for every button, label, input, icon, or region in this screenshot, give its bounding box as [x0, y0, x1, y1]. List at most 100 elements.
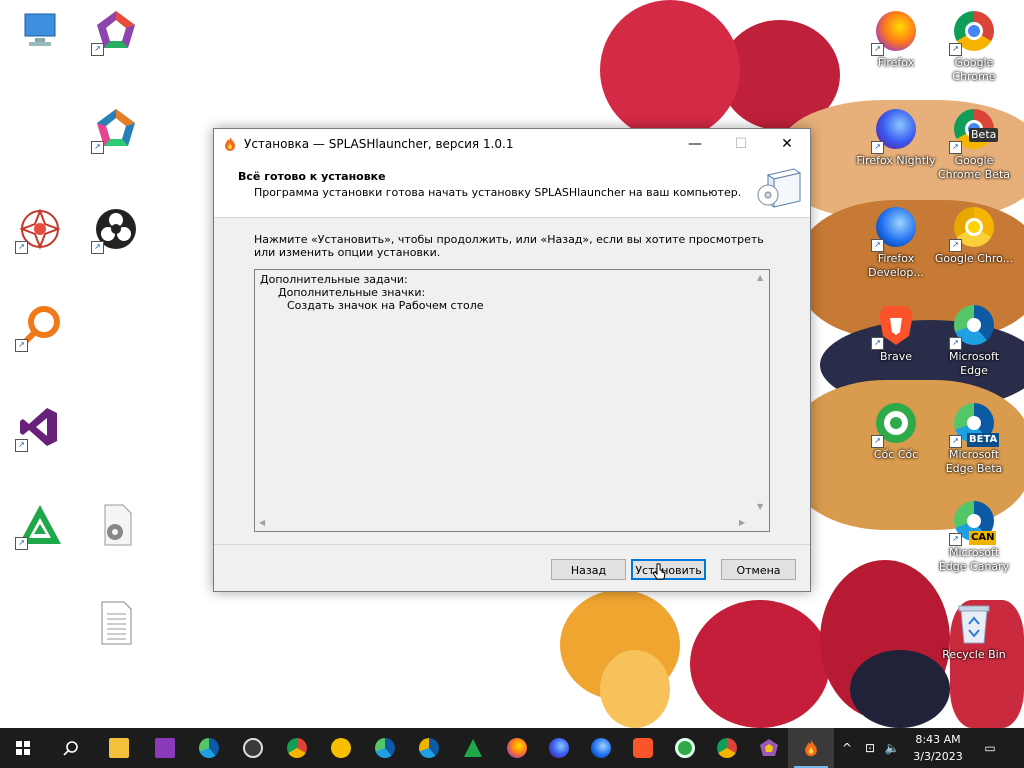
taskbar-clock[interactable]: 8:43 AM 3/3/2023	[905, 731, 971, 765]
beta-badge: BETA	[967, 433, 1000, 447]
taskbar-firefox-nightly[interactable]	[536, 728, 582, 768]
scroll-down-icon[interactable]: ▼	[757, 502, 763, 511]
clock-time: 8:43 AM	[915, 733, 961, 746]
desktop-icon-text-file[interactable]	[76, 600, 156, 648]
firefox-developer-icon	[591, 738, 611, 758]
chrome-canary-icon: ↗	[949, 204, 997, 252]
page-title: Всё готово к установке	[238, 170, 386, 183]
desktop-icon-chrome-beta[interactable]: Beta ↗ Google Chrome Beta	[934, 106, 1014, 182]
memo-line: Создать значок на Рабочем столе	[287, 299, 484, 312]
taskbar-obs[interactable]	[230, 728, 276, 768]
triangle-app-icon	[464, 739, 482, 757]
pentagon-app-icon: ↗	[91, 106, 139, 154]
desktop-icon-label: Microsoft Edge	[948, 350, 1000, 377]
memo-line: Дополнительные задачи:	[260, 273, 408, 286]
notifications-icon[interactable]: ▭	[978, 728, 1002, 768]
taskbar-chrome[interactable]	[704, 728, 750, 768]
taskbar-edge-canary[interactable]	[406, 728, 452, 768]
shortcut-arrow-icon: ↗	[871, 141, 884, 154]
desktop-icon-search-app[interactable]: ↗	[0, 304, 80, 352]
setup-box-icon	[754, 163, 804, 213]
shortcut-arrow-icon: ↗	[949, 337, 962, 350]
desktop-icon-firefox[interactable]: ↗ Firefox	[856, 8, 936, 70]
desktop-icon-edge-beta[interactable]: BETA ↗ Microsoft Edge Beta	[934, 400, 1014, 476]
horizontal-scrollbar[interactable]: ◀ ▶	[255, 515, 753, 531]
taskbar-pentagon-app[interactable]	[746, 728, 792, 768]
desktop-icon-green-triangle[interactable]: ↗	[0, 502, 80, 550]
taskbar-firefox-developer[interactable]	[578, 728, 624, 768]
folder-icon	[109, 738, 129, 758]
taskbar-search-button[interactable]	[48, 728, 94, 768]
memo-line: Дополнительные значки:	[278, 286, 426, 299]
taskbar-chrome-canary[interactable]	[318, 728, 364, 768]
volume-icon[interactable]: 🔈	[882, 728, 902, 768]
text-file-icon	[93, 600, 139, 646]
desktop-icon-edge[interactable]: ↗ Microsoft Edge	[934, 302, 1014, 378]
desktop-icon-coccoc[interactable]: ↗ Cốc Cốc	[856, 400, 936, 462]
firefox-nightly-icon: ↗	[871, 106, 919, 154]
taskbar-installer-active[interactable]	[788, 728, 834, 768]
desktop-icon-chrome[interactable]: ↗ Google Chrome	[934, 8, 1014, 84]
shortcut-arrow-icon: ↗	[949, 435, 962, 448]
taskbar-firefox[interactable]	[494, 728, 540, 768]
chrome-icon	[717, 738, 737, 758]
network-icon[interactable]: ⊡	[860, 728, 880, 768]
beta-badge: Beta	[969, 128, 999, 142]
coccoc-icon	[675, 738, 695, 758]
taskbar: ^ ⊡ 🔈 8:43 AM 3/3/2023 ▭	[0, 728, 1024, 768]
obs-icon: ↗	[91, 206, 139, 254]
taskbar-brave[interactable]	[620, 728, 666, 768]
minimize-button[interactable]: —	[672, 129, 718, 159]
back-button[interactable]: Назад	[551, 559, 626, 580]
tray-overflow-chevron-icon[interactable]: ^	[838, 728, 856, 768]
brave-lion-icon: ↗	[871, 302, 919, 350]
desktop-icon-label: Cốc Cốc	[873, 448, 919, 461]
taskbar-edge[interactable]	[186, 728, 232, 768]
desktop-icon-app-mandala[interactable]: ↗	[0, 206, 80, 254]
window-title: Установка — SPLASHlauncher, версия 1.0.1	[244, 137, 514, 151]
desktop-icon-recycle-bin[interactable]: Recycle Bin	[934, 600, 1014, 662]
canary-badge: CAN	[969, 531, 997, 545]
taskbar-edge-beta[interactable]	[362, 728, 408, 768]
scroll-right-icon[interactable]: ▶	[739, 518, 745, 527]
wallpaper-shape	[690, 600, 830, 728]
shortcut-arrow-icon: ↗	[871, 43, 884, 56]
taskbar-chrome-beta[interactable]	[274, 728, 320, 768]
taskbar-coccoc[interactable]	[662, 728, 708, 768]
desktop-icon-edge-canary[interactable]: CAN ↗ Microsoft Edge Canary	[934, 498, 1014, 574]
shortcut-arrow-icon: ↗	[91, 241, 104, 254]
taskbar-visual-studio[interactable]	[142, 728, 188, 768]
edge-canary-icon	[419, 738, 439, 758]
installer-window: Установка — SPLASHlauncher, версия 1.0.1…	[213, 128, 811, 592]
chrome-canary-icon	[331, 738, 351, 758]
taskbar-green-triangle-app[interactable]	[450, 728, 496, 768]
desktop-icon-label: Firefox Develop...	[868, 252, 924, 279]
scroll-left-icon[interactable]: ◀	[259, 518, 265, 527]
chrome-beta-icon: Beta ↗	[949, 106, 999, 154]
cancel-button[interactable]: Отмена	[721, 559, 796, 580]
desktop-icon-firefox-nightly[interactable]: ↗ Firefox Nightly	[856, 106, 936, 168]
desktop-icon-chrome-canary[interactable]: ↗ Google Chro...	[934, 204, 1014, 266]
scroll-up-icon[interactable]: ▲	[757, 273, 763, 282]
taskbar-file-explorer[interactable]	[96, 728, 142, 768]
desktop-icon-visual-studio[interactable]: ↗	[0, 404, 80, 452]
desktop-icon-firefox-developer[interactable]: ↗ Firefox Develop...	[856, 204, 936, 280]
desktop-icon-settings-file[interactable]	[76, 502, 156, 550]
shortcut-arrow-icon: ↗	[15, 439, 28, 452]
vertical-scrollbar[interactable]: ▲ ▼	[753, 270, 769, 515]
close-button[interactable]: ✕	[764, 129, 810, 159]
maximize-button: ☐	[734, 136, 748, 152]
desktop-icon-app-pentagon-2[interactable]: ↗	[76, 106, 156, 154]
install-button[interactable]: Установить	[631, 559, 706, 580]
start-button[interactable]	[0, 728, 46, 768]
desktop-icon-brave[interactable]: ↗ Brave	[856, 302, 936, 364]
triangle-app-icon: ↗	[15, 502, 63, 550]
desktop-icon-app-pentagon[interactable]: ↗	[76, 8, 156, 56]
summary-memo[interactable]: Дополнительные задачи: Дополнительные зн…	[254, 269, 770, 532]
desktop-icon-label: Microsoft Edge Canary	[938, 546, 1010, 573]
window-titlebar[interactable]: Установка — SPLASHlauncher, версия 1.0.1…	[214, 129, 810, 159]
desktop-icon-obs[interactable]: ↗	[76, 206, 156, 254]
desktop-icon-this-pc[interactable]	[0, 8, 80, 56]
flame-app-icon	[805, 739, 817, 757]
search-icon	[63, 741, 78, 756]
